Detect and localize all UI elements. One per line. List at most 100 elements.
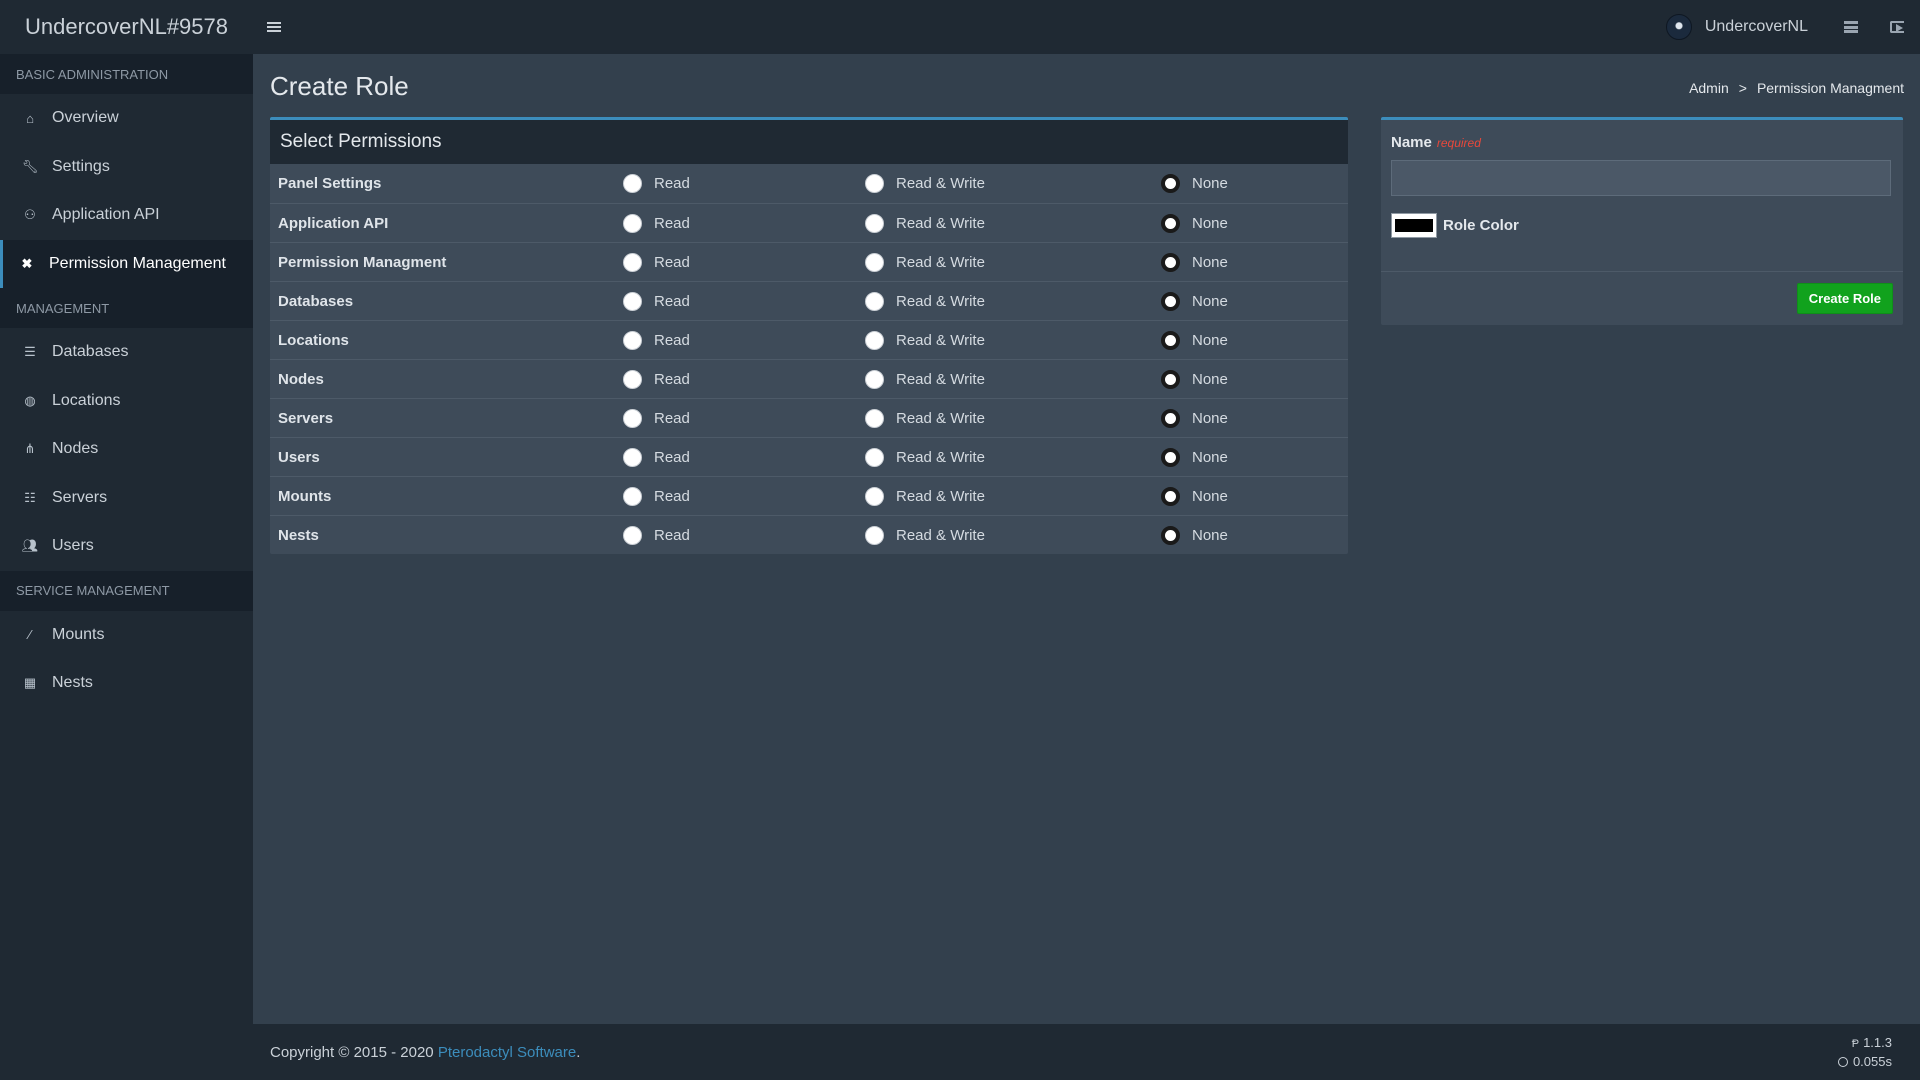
globe-icon: ◍: [24, 392, 36, 408]
permission-option-read-write[interactable]: Read & Write: [865, 252, 1161, 272]
permission-option-read[interactable]: Read: [623, 369, 865, 389]
permission-option-read-write[interactable]: Read & Write: [865, 291, 1161, 311]
radio-button[interactable]: [1161, 486, 1180, 506]
role-color-picker[interactable]: [1391, 213, 1437, 238]
permission-option-none[interactable]: None: [1161, 486, 1228, 506]
create-role-button[interactable]: Create Role: [1796, 283, 1893, 314]
radio-button[interactable]: [865, 408, 884, 428]
radio-button[interactable]: [623, 447, 642, 467]
sidebar-item-servers[interactable]: ☷ Servers: [0, 474, 253, 523]
sidebar-item-users[interactable]: 👥︎ Users: [0, 522, 253, 571]
permission-row: Locations Read Read & Write None: [270, 320, 1348, 359]
permission-option-read[interactable]: Read: [623, 213, 865, 233]
sidebar-item-overview[interactable]: ⌂ Overview: [0, 94, 253, 143]
permission-option-label: None: [1192, 448, 1228, 466]
radio-button[interactable]: [865, 447, 884, 467]
radio-button[interactable]: [623, 330, 642, 350]
radio-button[interactable]: [865, 174, 884, 193]
permission-option-read-write[interactable]: Read & Write: [865, 408, 1161, 428]
radio-button[interactable]: [1161, 213, 1180, 233]
permission-option-label: Read & Write: [896, 370, 985, 388]
permission-option-read-write[interactable]: Read & Write: [865, 525, 1161, 545]
permission-option-none[interactable]: None: [1161, 252, 1228, 272]
permission-option-none[interactable]: None: [1161, 525, 1228, 545]
permission-option-read[interactable]: Read: [623, 291, 865, 311]
radio-button[interactable]: [623, 408, 642, 428]
radio-button[interactable]: [623, 252, 642, 272]
radio-button[interactable]: [1161, 408, 1180, 428]
permission-option-none[interactable]: None: [1161, 447, 1228, 467]
user-menu[interactable]: UndercoverNL: [1656, 0, 1828, 54]
role-name-input[interactable]: [1391, 160, 1891, 196]
permission-option-label: Read: [654, 487, 690, 505]
radio-button[interactable]: [865, 252, 884, 272]
sidebar-item-label: Servers: [52, 488, 108, 506]
sidebar-item-settings[interactable]: 🔧︎ Settings: [0, 143, 253, 192]
permission-option-read[interactable]: Read: [623, 486, 865, 506]
radio-button[interactable]: [865, 369, 884, 389]
radio-button[interactable]: [623, 486, 642, 506]
content-wrapper: Create Role Admin > Permission Managment…: [253, 54, 1920, 1024]
permission-name: Locations: [278, 331, 349, 349]
sidebar-item-databases[interactable]: ☰ Databases: [0, 328, 253, 377]
radio-button[interactable]: [1161, 291, 1180, 311]
sidebar-item-nests[interactable]: ▦ Nests: [0, 659, 253, 708]
servers-link[interactable]: [1828, 0, 1874, 54]
permission-option-read[interactable]: Read: [623, 408, 865, 428]
permission-option-read[interactable]: Read: [623, 525, 865, 545]
sidebar-item-locations[interactable]: ◍ Locations: [0, 377, 253, 426]
radio-button[interactable]: [1161, 174, 1180, 193]
permission-option-read-write[interactable]: Read & Write: [865, 486, 1161, 506]
brand-title[interactable]: UndercoverNL#9578: [0, 0, 253, 54]
radio-button[interactable]: [1161, 252, 1180, 272]
radio-button[interactable]: [623, 369, 642, 389]
sidebar-item-mounts[interactable]: ⁄ Mounts: [0, 611, 253, 660]
permission-option-label: Read: [654, 175, 690, 192]
permission-row: Nests Read Read & Write None: [270, 515, 1348, 554]
breadcrumb-admin-link[interactable]: Admin: [1689, 80, 1729, 96]
radio-button[interactable]: [623, 291, 642, 311]
permission-option-read[interactable]: Read: [623, 252, 865, 272]
permission-option-read[interactable]: Read: [623, 447, 865, 467]
permission-name: Permission Managment: [278, 253, 447, 271]
permission-option-none[interactable]: None: [1161, 213, 1228, 233]
permission-option-read-write[interactable]: Read & Write: [865, 174, 1161, 193]
top-navbar: UndercoverNL#9578 UndercoverNL: [0, 0, 1920, 54]
permission-option-read-write[interactable]: Read & Write: [865, 447, 1161, 467]
permission-option-label: Read: [654, 409, 690, 427]
permission-row: Application API Read Read & Write None: [270, 203, 1348, 242]
permission-option-none[interactable]: None: [1161, 330, 1228, 350]
radio-button[interactable]: [865, 291, 884, 311]
radio-button[interactable]: [865, 486, 884, 506]
pterodactyl-link[interactable]: Pterodactyl Software: [438, 1044, 576, 1061]
radio-button[interactable]: [623, 213, 642, 233]
hamburger-icon: [267, 26, 281, 28]
permission-option-label: None: [1192, 331, 1228, 349]
sidebar-item-application-api[interactable]: ⚇ Application API: [0, 191, 253, 240]
permission-option-none[interactable]: None: [1161, 174, 1228, 193]
permission-option-none[interactable]: None: [1161, 291, 1228, 311]
permission-option-none[interactable]: None: [1161, 408, 1228, 428]
sidebar-item-permission-management[interactable]: ✖ Permission Management: [0, 239, 253, 288]
radio-button[interactable]: [623, 174, 642, 193]
radio-button[interactable]: [865, 213, 884, 233]
radio-button[interactable]: [1161, 525, 1180, 545]
permission-option-read-write[interactable]: Read & Write: [865, 213, 1161, 233]
radio-button[interactable]: [1161, 447, 1180, 467]
sidebar-toggle-button[interactable]: [259, 0, 289, 54]
radio-button[interactable]: [623, 525, 642, 545]
radio-button[interactable]: [1161, 369, 1180, 389]
radio-button[interactable]: [1161, 330, 1180, 350]
sidebar-item-nodes[interactable]: ⋔ Nodes: [0, 425, 253, 474]
permission-option-read[interactable]: Read: [623, 330, 865, 350]
permission-option-none[interactable]: None: [1161, 369, 1228, 389]
radio-button[interactable]: [865, 525, 884, 545]
sidebar-item-label: Settings: [52, 157, 110, 175]
load-time: 0.055s: [1852, 1054, 1892, 1069]
permission-option-read-write[interactable]: Read & Write: [865, 369, 1161, 389]
permission-option-read-write[interactable]: Read & Write: [865, 330, 1161, 350]
radio-button[interactable]: [865, 330, 884, 350]
permission-option-label: Read: [654, 214, 690, 232]
logout-link[interactable]: [1874, 0, 1920, 54]
permission-option-read[interactable]: Read: [623, 174, 865, 193]
